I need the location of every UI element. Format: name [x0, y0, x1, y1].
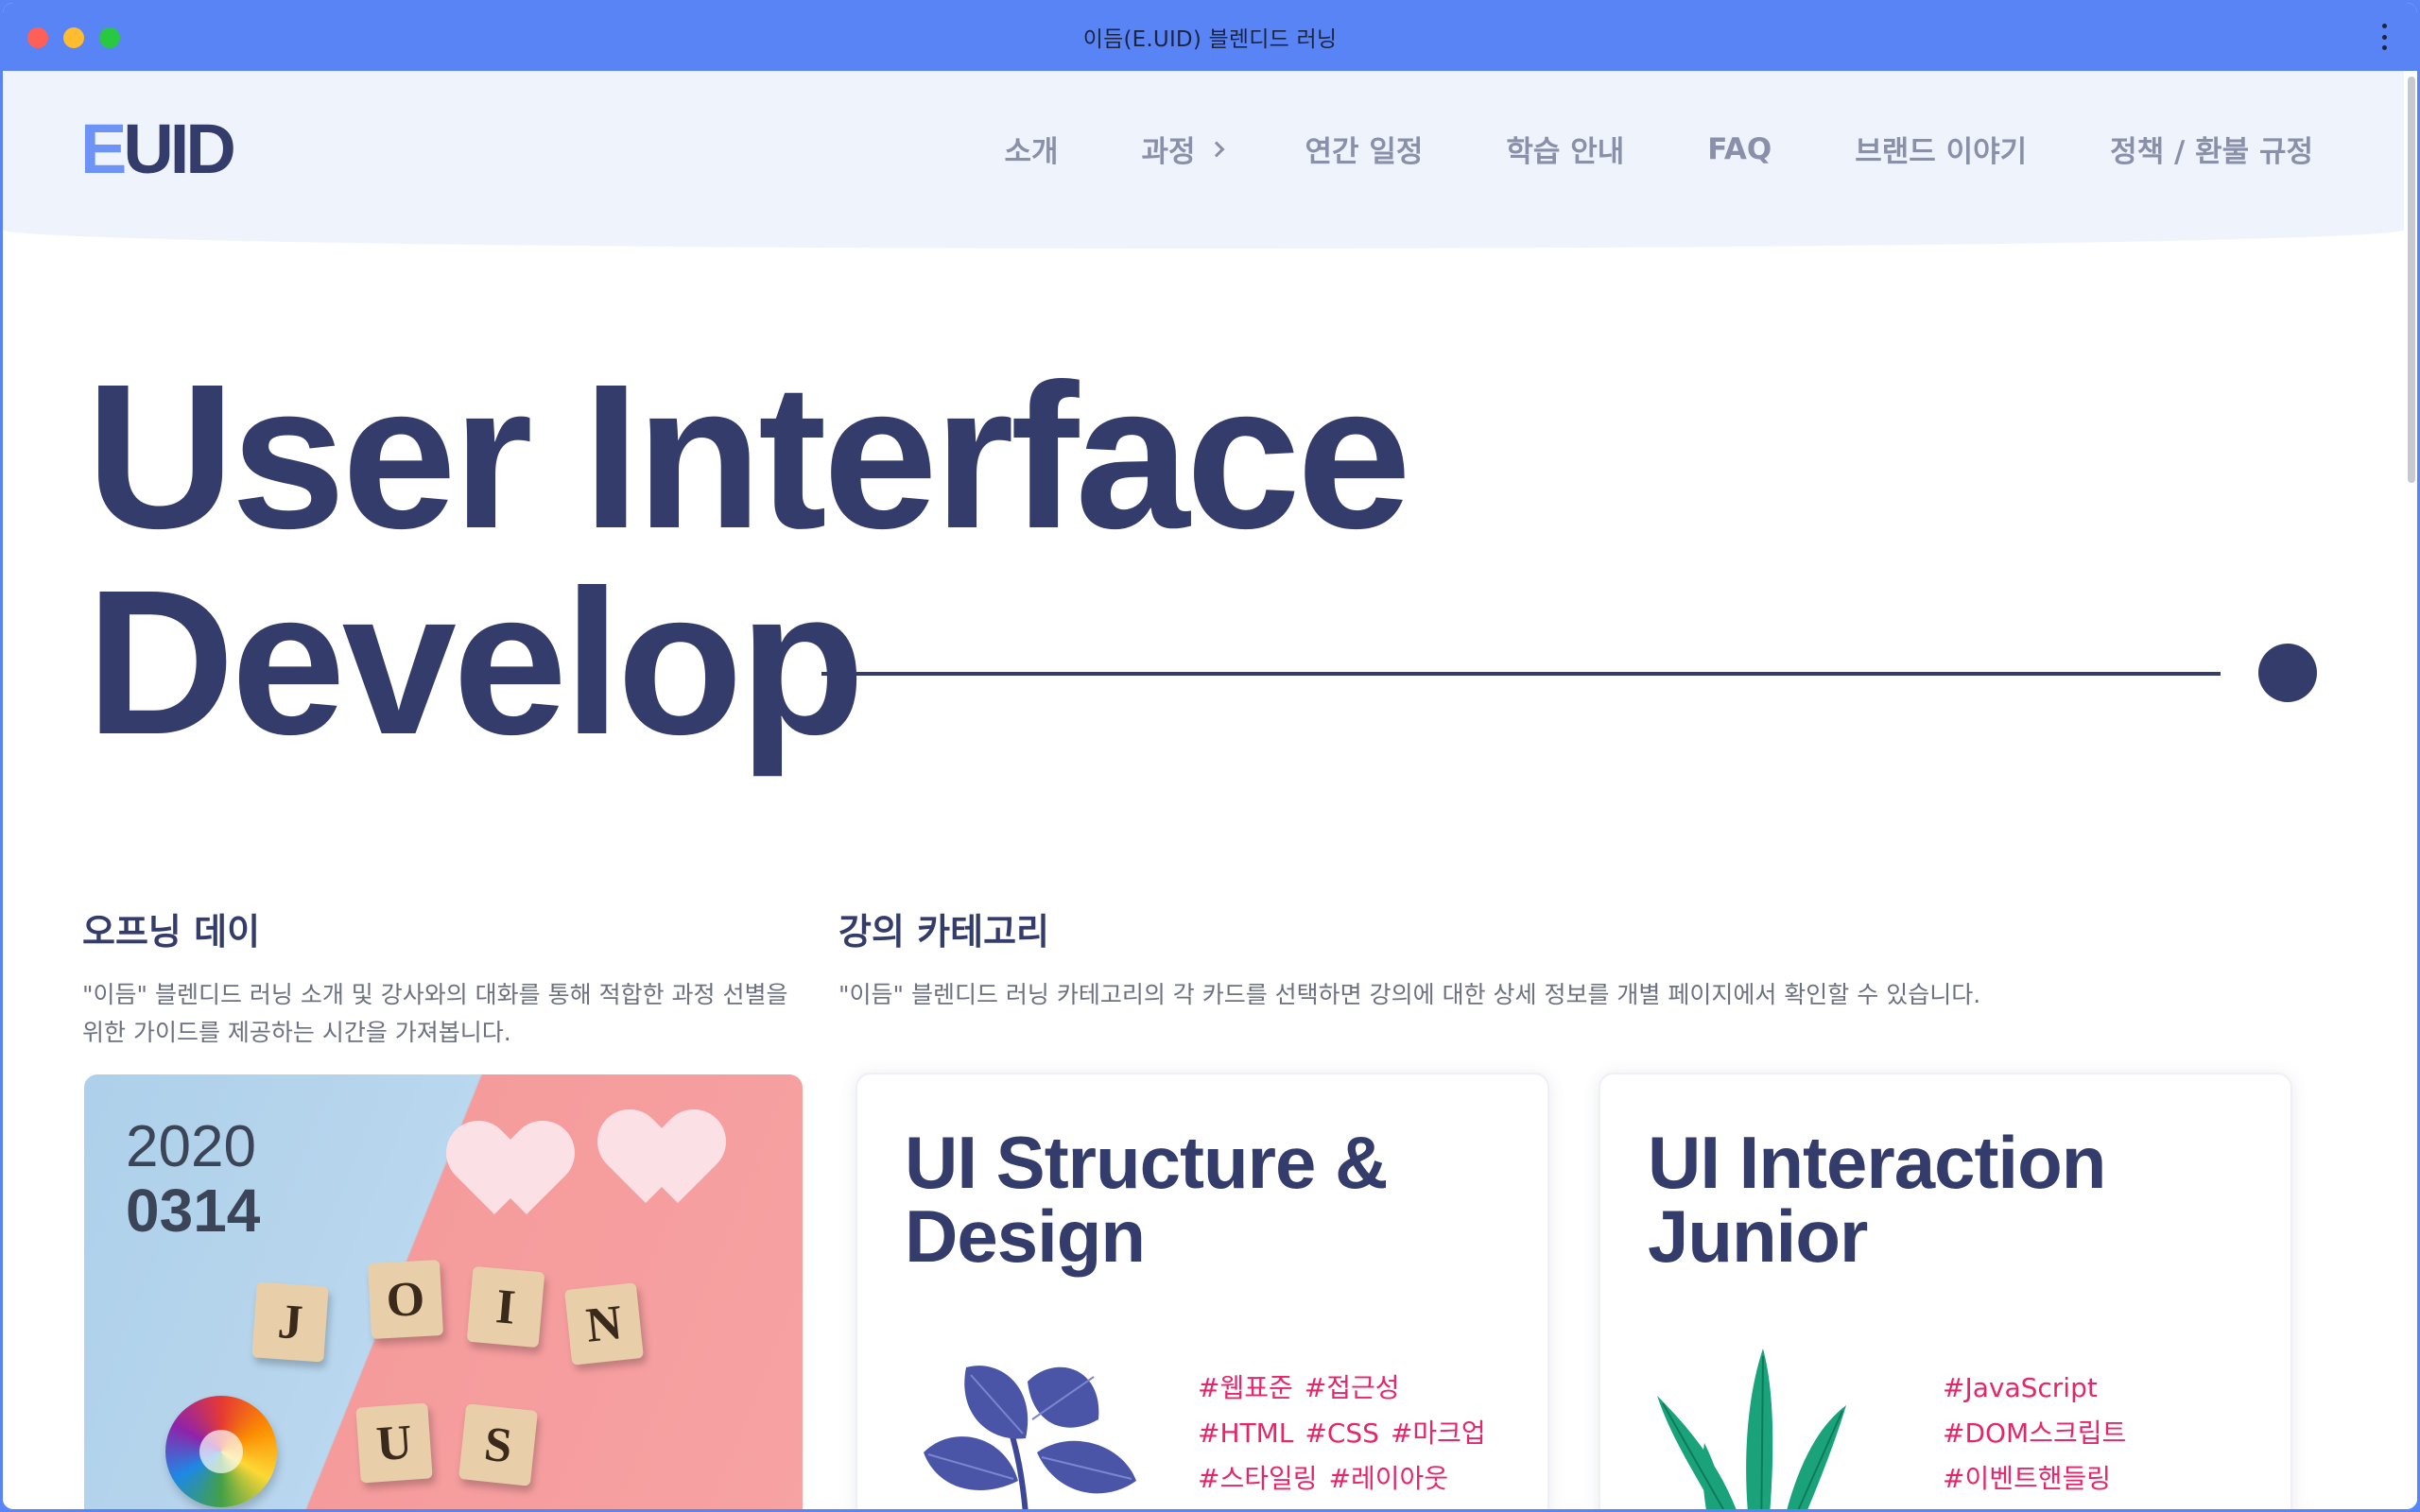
nav-label: 학습 안내 [1506, 135, 1625, 169]
course-category-title: 강의 카테고리 [838, 911, 1049, 953]
course-card-ui-structure[interactable]: UI Structure & Design #웹표준 #접근성 #HTML #C… [856, 1073, 1549, 1509]
letter-tile: I [466, 1265, 545, 1349]
lollipop-decoration [165, 1396, 277, 1507]
nav-item-policy[interactable]: 정책 / 환불 규정 [2110, 128, 2313, 170]
nav-label: FAQ [1707, 131, 1772, 166]
tag[interactable]: #CSS [1305, 1411, 1379, 1456]
tag-row: #스타일링 #레이아웃 [1198, 1456, 1486, 1502]
nav-item-schedule[interactable]: 연간 일정 [1305, 128, 1424, 170]
logo-e: E [80, 110, 127, 188]
letter-tile: O [367, 1260, 444, 1339]
banner-date: 0314 [126, 1177, 261, 1245]
chevron-right-icon [1208, 141, 1225, 157]
browser-window: 이듬(E.UID) 블렌디드 러닝 EUID 소개 과정 연간 일정 학습 안내… [0, 0, 2420, 1512]
nav-label: 정책 / 환불 규정 [2110, 135, 2313, 169]
tag[interactable]: #마크업 [1391, 1411, 1486, 1456]
more-menu-icon[interactable] [2379, 24, 2389, 50]
window-title: 이듬(E.UID) 블렌디드 러닝 [1082, 27, 1338, 52]
nav-item-brand[interactable]: 브랜드 이야기 [1855, 128, 2027, 170]
minimize-window-button[interactable] [63, 27, 84, 48]
maximize-window-button[interactable] [99, 27, 120, 48]
tag[interactable]: #웹표준 [1198, 1366, 1293, 1411]
banner-year: 2020 [126, 1114, 256, 1179]
close-window-button[interactable] [27, 27, 48, 48]
nav-item-courses[interactable]: 과정 [1141, 128, 1225, 170]
nav-item-faq[interactable]: FAQ [1707, 128, 1772, 170]
hero-title-line-2: Develop [86, 548, 865, 778]
tag-row: #DOM스크립트 [1943, 1411, 2126, 1456]
opening-day-banner[interactable]: 2020 0314 J O I N U S [84, 1074, 803, 1509]
tag-row: #이벤트핸들링 [1943, 1456, 2126, 1502]
nav-label: 브랜드 이야기 [1855, 135, 2028, 169]
main-nav: 소개 과정 연간 일정 학습 안내 FAQ 브랜드 이야기 정책 / 환불 규정 [1004, 128, 2313, 170]
tag[interactable]: #이벤트핸들링 [1943, 1456, 2111, 1502]
nav-item-intro[interactable]: 소개 [1004, 128, 1058, 170]
window-controls [27, 27, 120, 48]
tag-row: #HTML #CSS #마크업 [1198, 1411, 1486, 1456]
vertical-scrollbar[interactable] [2406, 77, 2417, 483]
opening-day-description: "이듬" 블렌디드 러닝 소개 및 강사와의 대화를 통해 적합한 과정 선별을… [82, 981, 788, 1046]
tag[interactable]: #JavaScript [1943, 1366, 2098, 1411]
nav-item-guide[interactable]: 학습 안내 [1506, 128, 1624, 170]
letter-tile: U [355, 1402, 433, 1484]
tag[interactable]: #접근성 [1305, 1366, 1400, 1411]
course-card-title: UI Structure & Design [905, 1121, 1388, 1278]
tag[interactable]: #레이아웃 [1329, 1456, 1449, 1502]
letter-tile: S [458, 1403, 538, 1486]
hero-dot [2258, 644, 2317, 702]
title-bar: 이듬(E.UID) 블렌디드 러닝 [3, 3, 2417, 71]
letter-tile: N [564, 1282, 644, 1366]
scrollbar-thumb[interactable] [2408, 77, 2415, 483]
heart-decoration [614, 1116, 699, 1201]
tag[interactable]: #스타일링 [1198, 1456, 1318, 1502]
course-card-tags: #웹표준 #접근성 #HTML #CSS #마크업 #스타일링 #레이아웃 [1198, 1366, 1486, 1502]
site-logo[interactable]: EUID [80, 114, 236, 184]
grass-plant-illustration [1657, 1349, 1846, 1509]
course-category-description: "이듬" 블렌디드 러닝 카테고리의 각 카드를 선택하면 강의에 대한 상세 … [838, 981, 1981, 1008]
heart-decoration [462, 1127, 547, 1212]
nav-label: 연간 일정 [1305, 135, 1424, 169]
hero-divider-line [821, 672, 2221, 676]
course-card-ui-interaction[interactable]: UI Interaction Junior #JavaScript #DOM스크… [1599, 1073, 2292, 1509]
hero-title-line-1: User Interface [86, 342, 1411, 572]
site-header: EUID 소개 과정 연간 일정 학습 안내 FAQ 브랜드 이야기 정책 / … [3, 71, 2404, 249]
leaf-plant-illustration [924, 1366, 1136, 1509]
nav-label: 과정 [1141, 135, 1196, 169]
nav-label: 소개 [1004, 135, 1059, 169]
page-viewport[interactable]: EUID 소개 과정 연간 일정 학습 안내 FAQ 브랜드 이야기 정책 / … [3, 71, 2417, 1509]
tag[interactable]: #DOM스크립트 [1943, 1411, 2126, 1456]
tag-row: #JavaScript [1943, 1366, 2126, 1411]
course-card-tags: #JavaScript #DOM스크립트 #이벤트핸들링 [1943, 1366, 2126, 1502]
tag[interactable]: #HTML [1198, 1411, 1293, 1456]
letter-tile: J [251, 1281, 329, 1363]
logo-uid: UID [123, 110, 235, 188]
opening-day-title: 오프닝 데이 [82, 911, 261, 953]
tag-row: #웹표준 #접근성 [1198, 1366, 1486, 1411]
course-card-title: UI Interaction Junior [1648, 1121, 2106, 1278]
